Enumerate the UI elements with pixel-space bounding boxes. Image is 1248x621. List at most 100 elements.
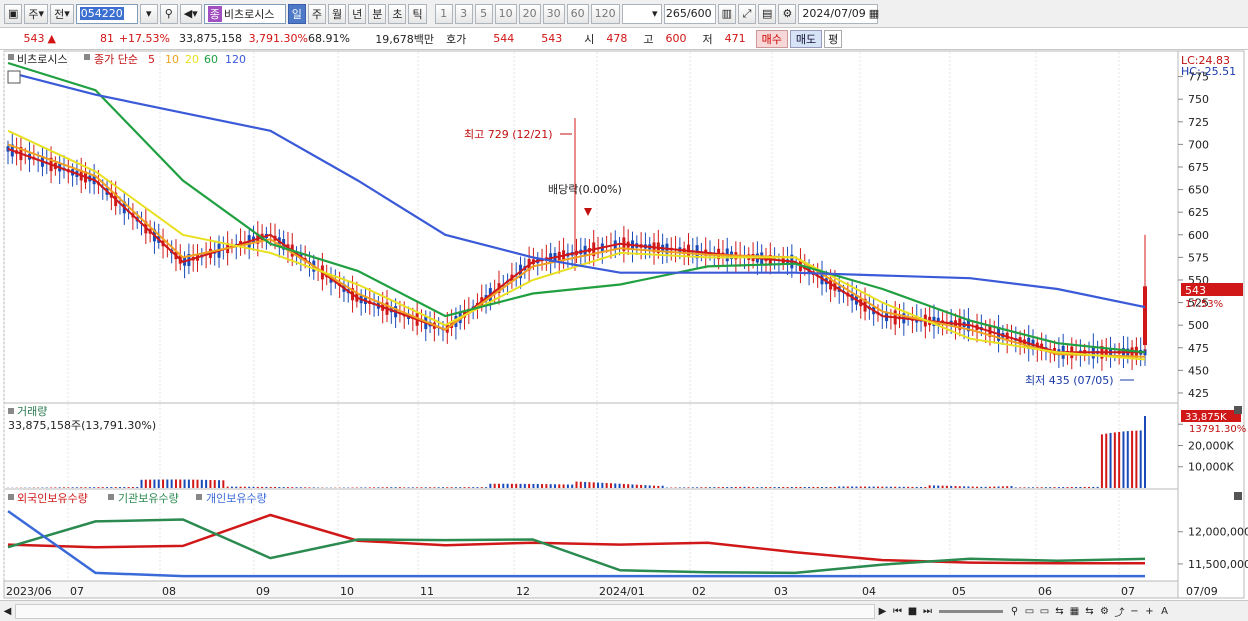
legend-institution[interactable]: 기관보유수량 (118, 492, 179, 505)
volume-bar (747, 486, 750, 488)
bid-price: 543 (541, 32, 563, 45)
stop-icon[interactable]: ■ (905, 603, 920, 620)
period-minute[interactable]: 분 (368, 3, 387, 24)
buy-button[interactable]: 매수 (755, 29, 788, 48)
volume-bar (299, 487, 302, 488)
multi-view-icon[interactable]: ▭ (1037, 603, 1052, 620)
volume-bar (429, 487, 432, 488)
rewind-icon[interactable]: ⏮ (890, 603, 905, 620)
ma-legend-10[interactable]: 10 (165, 53, 179, 66)
volume-bar (1075, 487, 1078, 488)
prev-select[interactable]: 전 ▾ (50, 3, 74, 24)
ma-legend-120[interactable]: 120 (225, 53, 246, 66)
volume-bar (838, 486, 841, 488)
code-dropdown-icon[interactable]: ▾ (139, 3, 158, 24)
ma-legend-5[interactable]: 5 (148, 53, 155, 66)
interval-30[interactable]: 30 (542, 3, 565, 24)
volume-bar (110, 487, 113, 488)
interval-5[interactable]: 5 (474, 3, 493, 24)
scroll-right-icon[interactable]: ▶ (875, 603, 890, 620)
period-week[interactable]: 주 (307, 3, 326, 24)
volume-bar (252, 486, 255, 488)
gear-icon[interactable]: ⚙ (778, 3, 797, 24)
scroll-left-icon[interactable]: ◀ (0, 603, 15, 620)
count-total: /600 (686, 7, 712, 20)
hc-label: HC:-25.51 (1181, 65, 1236, 78)
volume-bar (541, 484, 544, 488)
stock-code-input[interactable]: 054220 (75, 3, 138, 24)
holdings-legend: 외국인보유수량 기관보유수량 개인보유수량 (8, 492, 267, 505)
forward-icon[interactable]: ⏭ (920, 603, 935, 620)
draw-tool-icon[interactable]: ⤢ (737, 3, 756, 24)
volume-bar (812, 486, 815, 488)
split-view-icon[interactable]: ▭ (1022, 603, 1037, 620)
volume-bar (640, 484, 643, 488)
interval-1[interactable]: 1 (434, 3, 453, 24)
candle-type-icon[interactable]: ▥ (717, 3, 736, 24)
ma-legend-20[interactable]: 20 (185, 53, 199, 66)
volume-bar (648, 485, 651, 488)
zoom-in-icon[interactable]: + (1142, 603, 1157, 620)
period-year[interactable]: 년 (348, 3, 367, 24)
volume-bar (1079, 486, 1082, 488)
sell-button[interactable]: 매도 (789, 29, 823, 48)
period-second[interactable]: 초 (388, 3, 407, 24)
volume-bar (420, 487, 423, 488)
tools-icon[interactable]: ⚙ (1097, 603, 1112, 620)
volume-bar (967, 486, 970, 488)
overlay-icon[interactable]: ⇆ (1082, 603, 1097, 620)
period-tick[interactable]: 틱 (408, 3, 427, 24)
interval-60[interactable]: 60 (566, 3, 589, 24)
export-icon[interactable]: ⤴ (1112, 603, 1127, 620)
chart-scroll-bar[interactable]: ◀ ▶ ⏮ ■ ⏭ ⚲ ▭ ▭ ⇆ ▦ ⇆ ⚙ ⤴ − + A (0, 600, 1248, 621)
holdings-panel-close-icon[interactable] (1234, 492, 1242, 500)
indicator-icon[interactable]: ▦ (1067, 603, 1082, 620)
volume-bar (1096, 486, 1099, 488)
period-month[interactable]: 월 (327, 3, 347, 24)
interval-120[interactable]: 120 (590, 3, 620, 24)
volume-bar (756, 487, 759, 488)
volume-bar (416, 487, 419, 488)
volume-panel-close-icon[interactable] (1234, 406, 1242, 414)
save-icon[interactable]: ▤ (757, 3, 777, 24)
calendar-icon[interactable]: ▦ (869, 7, 879, 20)
stock-chart[interactable]: 4254504755005255505756006256506757007257… (0, 50, 1248, 600)
x-axis-label: 05 (952, 585, 966, 598)
font-size-icon[interactable]: A (1157, 603, 1172, 620)
stock-name-field[interactable]: 종 비츠로시스 (203, 3, 286, 24)
interval-input[interactable]: ▾ (621, 3, 662, 24)
x-axis-label: 04 (862, 585, 876, 598)
zoom-out-icon[interactable]: − (1127, 603, 1142, 620)
volume-bar (631, 484, 634, 488)
interval-3[interactable]: 3 (454, 3, 473, 24)
date-field[interactable]: 2024/07/09 ▦ (798, 3, 879, 24)
volume-bar (519, 483, 522, 488)
legend-foreign[interactable]: 외국인보유수량 (17, 492, 88, 505)
interval-20[interactable]: 20 (518, 3, 541, 24)
market-select[interactable]: 주 ▾ (24, 3, 49, 24)
volume-bar (674, 487, 677, 488)
volume-bar (566, 484, 569, 488)
compare-icon[interactable]: ⇆ (1052, 603, 1067, 620)
low-price: 471 (724, 32, 746, 45)
zoom-slider[interactable] (939, 609, 1003, 613)
y-tick-label: 575 (1188, 251, 1209, 264)
volume-bar (433, 487, 436, 488)
price-change: 81 (100, 32, 114, 45)
legend-individual[interactable]: 개인보유수량 (206, 492, 267, 505)
scroll-track[interactable] (15, 603, 875, 619)
zoom-search-icon[interactable]: ⚲ (1007, 603, 1022, 620)
eval-button[interactable]: 평 (824, 29, 843, 48)
search-icon[interactable]: ⚲ (159, 3, 178, 24)
period-day[interactable]: 일 (287, 3, 306, 24)
volume-tick-label: 10,000K (1188, 461, 1234, 474)
layout-icon[interactable]: ▣ (4, 3, 23, 24)
grid-table-icon[interactable] (7, 70, 21, 84)
speaker-icon[interactable]: ◀▾ (179, 3, 202, 24)
ma-legend-60[interactable]: 60 (204, 53, 218, 66)
volume-bar (743, 486, 746, 488)
interval-10[interactable]: 10 (494, 3, 517, 24)
volume-bar (911, 486, 914, 488)
count-field[interactable]: 265/600 (663, 3, 716, 24)
volume-bar (183, 479, 186, 488)
